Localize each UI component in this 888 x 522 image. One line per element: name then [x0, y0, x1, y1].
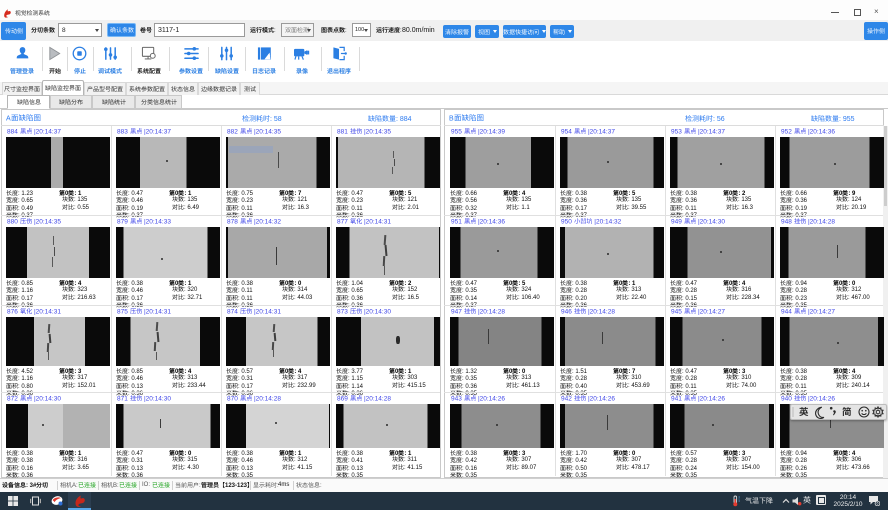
svg-text:6: 6 — [877, 502, 879, 506]
